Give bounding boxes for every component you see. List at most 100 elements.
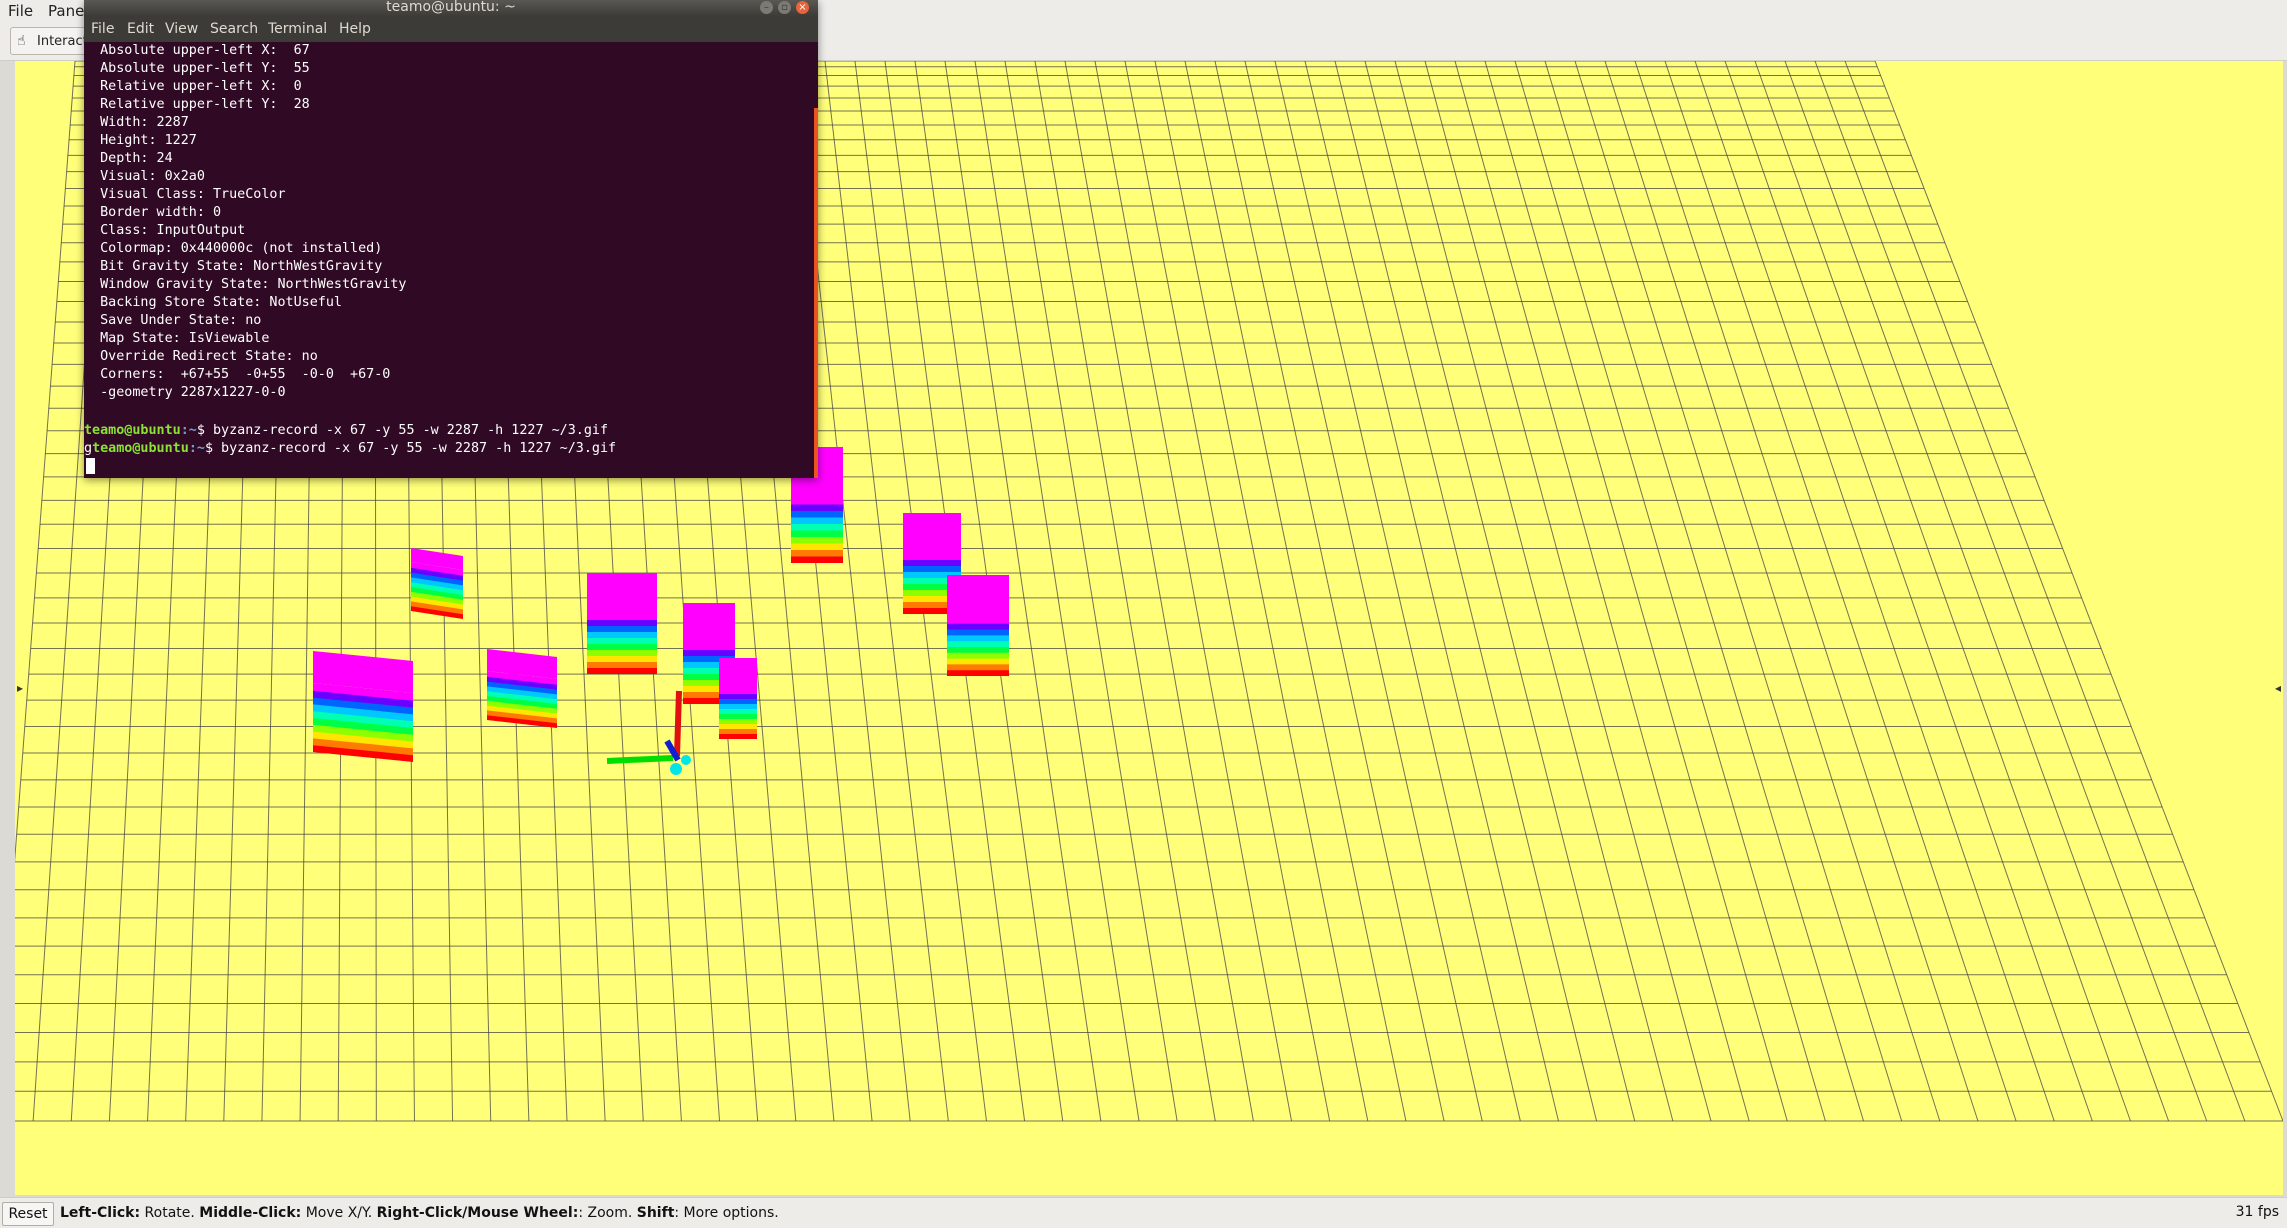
terminal-menu-terminal[interactable]: Terminal bbox=[268, 21, 327, 37]
block-layer bbox=[719, 688, 757, 694]
terminal-scrollbar[interactable] bbox=[814, 108, 818, 478]
block-layer bbox=[947, 651, 1009, 659]
origin-marker bbox=[670, 763, 682, 775]
grid-line bbox=[1214, 61, 1445, 1122]
grid-line bbox=[1004, 61, 1178, 1122]
terminal-line: Width: 2287 bbox=[84, 115, 189, 130]
block-layer bbox=[947, 657, 1009, 665]
reset-button[interactable]: Reset bbox=[2, 1202, 54, 1226]
x-axis-green bbox=[606, 755, 674, 764]
hint-shift: Shift bbox=[636, 1205, 675, 1221]
prompt-command: $ byzanz-record -x 67 -y 55 -w 2287 -h 1… bbox=[204, 441, 617, 456]
block-layer bbox=[947, 634, 1009, 642]
prompt-line: teamo@ubuntu:~$ byzanz-record -x 67 -y 5… bbox=[84, 422, 608, 440]
right-panel-arrow-icon[interactable]: ◂ bbox=[2275, 681, 2281, 695]
terminal-line: Corners: +67+55 -0+55 -0-0 +67-0 bbox=[84, 367, 391, 382]
grid-line bbox=[1184, 61, 1407, 1122]
block-layer bbox=[791, 542, 843, 550]
block-layer bbox=[683, 649, 735, 656]
hint-middle-text: Move X/Y. bbox=[301, 1205, 377, 1221]
terminal-line: Height: 1227 bbox=[84, 133, 197, 148]
hint-right-click: Right-Click/Mouse Wheel: bbox=[376, 1205, 579, 1221]
terminal-line: Bit Gravity State: NorthWestGravity bbox=[84, 259, 383, 274]
origin-marker bbox=[681, 755, 691, 765]
mouse-hint-text: Left-Click: Rotate. Middle-Click: Move X… bbox=[60, 1205, 779, 1221]
terminal-menu-file[interactable]: File bbox=[91, 21, 114, 37]
block bbox=[411, 548, 463, 619]
grid-line bbox=[1814, 61, 2208, 1122]
minimize-icon[interactable]: – bbox=[760, 1, 773, 14]
terminal-menu-view[interactable]: View bbox=[165, 21, 198, 37]
grid-line bbox=[1754, 61, 2131, 1122]
terminal-titlebar[interactable]: teamo@ubuntu: ~ – ▫ × bbox=[84, 0, 818, 16]
left-panel-arrow-icon[interactable]: ▸ bbox=[17, 681, 23, 695]
block bbox=[947, 575, 1009, 676]
block-layer bbox=[903, 559, 961, 566]
robot-axes bbox=[606, 690, 691, 775]
maximize-icon[interactable]: ▫ bbox=[778, 1, 791, 14]
terminal-line: Relative upper-left Y: 28 bbox=[84, 97, 310, 112]
terminal-window[interactable]: teamo@ubuntu: ~ – ▫ × File Edit View Sea… bbox=[84, 0, 818, 478]
fps-counter: 31 fps bbox=[2235, 1204, 2279, 1220]
obstacle-blocks bbox=[313, 447, 1009, 762]
hint-left-click: Left-Click: bbox=[60, 1205, 141, 1221]
close-icon[interactable]: × bbox=[796, 1, 809, 14]
block-top bbox=[947, 575, 1009, 617]
grid-line bbox=[1664, 61, 2017, 1122]
block-layer bbox=[587, 625, 657, 632]
block-top bbox=[683, 603, 735, 643]
block-top bbox=[587, 573, 657, 613]
hint-middle-click: Middle-Click: bbox=[199, 1205, 302, 1221]
block-layer bbox=[587, 613, 657, 620]
block bbox=[313, 651, 413, 762]
block bbox=[719, 658, 757, 739]
terminal-menu-bar: File Edit View Search Terminal Help bbox=[84, 16, 818, 42]
grid-line bbox=[1244, 61, 1483, 1122]
hand-icon: ☝ bbox=[17, 33, 26, 49]
prompt-user: teamo@ubuntu bbox=[84, 423, 181, 438]
block-layer bbox=[587, 619, 657, 626]
grid-line bbox=[1724, 61, 2093, 1122]
block-layer bbox=[791, 503, 843, 511]
prompt-line: gteamo@ubuntu:~$ byzanz-record -x 67 -y … bbox=[84, 440, 616, 458]
block-layer bbox=[791, 536, 843, 544]
block-layer bbox=[947, 640, 1009, 647]
grid-line bbox=[1604, 61, 1941, 1122]
terminal-output[interactable]: Absolute upper-left X: 67 Absolute upper… bbox=[84, 42, 814, 478]
terminal-line: Depth: 24 bbox=[84, 151, 173, 166]
prompt-path: :~ bbox=[188, 441, 205, 456]
grid-line bbox=[1124, 61, 1331, 1122]
prompt-command: $ byzanz-record -x 67 -y 55 -w 2287 -h 1… bbox=[196, 423, 609, 438]
hint-left-text: Rotate. bbox=[140, 1205, 200, 1221]
status-bar: Reset Left-Click: Rotate. Middle-Click: … bbox=[0, 1197, 2287, 1228]
menu-file[interactable]: File bbox=[8, 2, 33, 20]
terminal-line: Map State: IsViewable bbox=[84, 331, 270, 346]
terminal-line: Backing Store State: NotUseful bbox=[84, 295, 342, 310]
terminal-menu-search[interactable]: Search bbox=[210, 21, 258, 37]
terminal-menu-help[interactable]: Help bbox=[339, 21, 371, 37]
block-layer bbox=[791, 523, 843, 531]
terminal-title: teamo@ubuntu: ~ bbox=[386, 0, 516, 15]
grid-line bbox=[1334, 61, 1598, 1122]
terminal-line: Window Gravity State: NorthWestGravity bbox=[84, 277, 407, 292]
block-layer bbox=[791, 549, 843, 557]
terminal-line: -geometry 2287x1227-0-0 bbox=[84, 385, 286, 400]
block-layer bbox=[947, 663, 1009, 671]
grid-line bbox=[1364, 61, 1636, 1122]
terminal-line: Absolute upper-left X: 67 bbox=[84, 43, 310, 58]
terminal-line: Absolute upper-left Y: 55 bbox=[84, 61, 310, 76]
grid-line bbox=[1544, 61, 1865, 1122]
terminal-line: Override Redirect State: no bbox=[84, 349, 318, 364]
prompt-user: teamo@ubuntu bbox=[92, 441, 189, 456]
terminal-menu-edit[interactable]: Edit bbox=[127, 21, 154, 37]
block-layer bbox=[791, 529, 843, 537]
block-layer bbox=[947, 646, 1009, 653]
terminal-line: Colormap: 0x440000c (not installed) bbox=[84, 241, 383, 256]
grid-line bbox=[1304, 61, 1559, 1122]
terminal-line: Visual: 0x2a0 bbox=[84, 169, 205, 184]
grid-line bbox=[1514, 61, 1826, 1122]
block-layer bbox=[947, 617, 1009, 624]
block-top bbox=[903, 513, 961, 553]
grid-line bbox=[1094, 61, 1293, 1122]
terminal-line: Class: InputOutput bbox=[84, 223, 246, 238]
